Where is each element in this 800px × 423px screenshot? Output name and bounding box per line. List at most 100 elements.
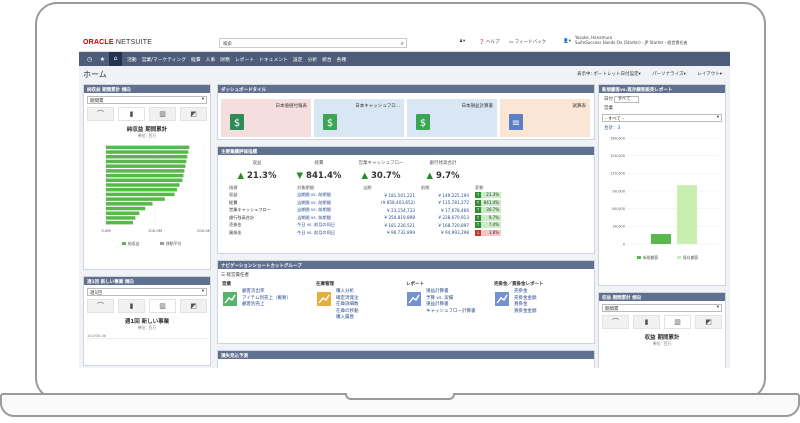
kpi-cards: 収益 ▲ 21.3% 経費 ▼ 841.4% 営業キャッシュフロー ▲ 30.7% 銀行残高… [226,160,594,181]
bar[interactable] [677,185,697,244]
comment-icon[interactable]: ◩ [180,107,207,121]
nav-item[interactable]: レポート [235,56,254,63]
previous-value[interactable]: ¥ 168,720,897 [418,222,472,230]
shortcut-link[interactable]: 在庫詳細数 [336,302,359,309]
period-link[interactable]: 当期間 vs. 前期間 [294,214,360,222]
bar[interactable] [106,145,190,150]
nav-item[interactable]: ドキュメント [259,56,288,63]
previous-value[interactable]: ¥ 17,678,466 [418,207,472,215]
home-icon[interactable]: ⌂ [109,52,122,66]
kpi-card[interactable]: 銀行残高合計 ▲ 9.7% [412,160,474,181]
bar-chart-icon[interactable]: ▮ [118,299,145,313]
nav-item[interactable]: 統合 [322,56,332,63]
column-chart-icon[interactable]: ▥ [664,315,691,329]
bar-chart-icon[interactable]: ▮ [118,107,145,121]
area-chart-icon[interactable]: ⌒ [87,299,114,313]
bar[interactable] [106,183,180,187]
sales-rep-select[interactable]: - すべて - [602,114,722,122]
nav-item[interactable]: 財務 [220,56,230,63]
dashboard-tile[interactable]: 日本損益計算書 $ [407,99,497,137]
shortcut-link[interactable]: キャッシュフロー計算書 [426,309,476,316]
favorites-star-icon[interactable]: ★ [96,56,109,63]
bar[interactable] [106,164,186,168]
bar[interactable] [106,216,136,220]
column-chart-icon[interactable]: ▥ [149,299,176,313]
nav-item[interactable]: 各種 [337,56,347,63]
area-chart-icon[interactable]: ⌒ [602,315,629,329]
netsuite-logo[interactable]: ORACLE NETSUITE [83,39,152,46]
period-link[interactable]: 今日 vs. 前月の同日 [294,229,360,237]
week-select[interactable]: 週1回 [87,288,207,296]
user-menu[interactable]: Yosuke, Hanamura SuiteSuccess Hands-On (S… [575,35,687,45]
kpi-value: 9.7% [435,171,460,181]
bar[interactable] [106,150,189,154]
help-link[interactable]: ❓ ヘルプ [479,39,500,45]
nav-items: 活動 営業/マーケティング 経費 人事 財務 レポート ドキュメント 設定 分析 統合 各種 [122,56,346,63]
column-chart-icon[interactable]: ▥ [149,107,176,121]
bar[interactable] [106,173,184,178]
search-icon[interactable]: ⌕ [401,40,404,48]
current-value[interactable]: ¥ 23,154,733 [360,207,418,215]
bar[interactable] [106,202,153,206]
user-avatar-icon[interactable]: 👤▾ [563,39,571,44]
bar[interactable] [651,233,671,244]
comment-icon[interactable]: ◩ [180,299,207,313]
bar[interactable] [106,159,187,164]
period-link[interactable]: 当期間 vs. 前期間 [294,192,360,200]
previous-value[interactable]: ¥ 228,670,913 [418,214,472,222]
current-value[interactable]: (¥ 858,403,652) [360,199,418,207]
nav-item[interactable]: 経費 [191,56,201,63]
kpi-card[interactable]: 営業キャッシュフロー ▲ 30.7% [350,160,412,181]
nav-item[interactable]: 分析 [307,56,317,63]
bar[interactable] [106,187,178,192]
previous-value[interactable]: ¥ 94,993,298 [418,229,472,237]
dashboard-tile[interactable]: 日本値値付報表 $ [221,99,311,137]
bar[interactable] [106,169,185,173]
bar-chart-icon[interactable]: ▮ [633,315,660,329]
previous-value[interactable]: ¥ 115,781,272 [418,199,472,207]
dashboard-tile[interactable]: 試算表 ≡ [500,99,590,137]
dashboard-tile[interactable]: 日本キャッシュフロ... $ [314,99,404,137]
nav-item[interactable]: 人事 [206,56,216,63]
tick-label: 100.0M [148,228,162,233]
shortcut-link[interactable]: 購入履歴 [336,315,359,322]
recent-icon[interactable]: ◷ [83,56,96,63]
kpi-card[interactable]: 経費 ▼ 841.4% [288,160,350,181]
bar[interactable] [106,211,140,215]
current-value[interactable]: ¥ 250,819,898 [360,214,418,222]
bar[interactable] [106,192,175,197]
bar[interactable] [106,178,183,183]
period-select[interactable]: 期間累 [87,96,207,104]
period-link[interactable]: 今日 vs. 前月の同日 [294,222,360,230]
shortcut-group-title: 売掛金／買掛金レポート [494,282,544,287]
current-value[interactable]: ¥ 181,501,221 [360,192,418,200]
nav-item[interactable]: 活動 [127,56,137,63]
comment-icon[interactable]: ◩ [695,315,722,329]
period-select[interactable]: 期間累 [602,304,722,312]
bar[interactable] [106,197,165,201]
recent-records-icon[interactable]: ♟▾ [459,39,465,44]
global-search-input[interactable]: 検索 ⌕ [219,38,407,48]
period-link[interactable]: 当期間 vs. 前期間 [294,207,360,215]
bar[interactable] [106,206,146,211]
portlet-title: 収益 期間累計 傾向 [599,293,725,301]
current-value[interactable]: ¥ 181,226,521 [360,222,418,230]
change-value: 1.8% [488,229,499,235]
area-chart-icon[interactable]: ⌒ [87,107,114,121]
bar[interactable] [106,220,133,225]
period-link[interactable]: 当期間 vs. 前期間 [294,199,360,207]
personalize-link[interactable]: パーソナライズ [652,72,683,77]
shortcut-link[interactable]: 買掛金金額 [514,309,537,316]
bar[interactable] [106,155,188,159]
nav-item[interactable]: 営業/マーケティング [142,56,186,63]
current-value[interactable]: ¥ 96,732,899 [360,229,418,237]
shortcut-link[interactable]: 顧客別売上 [242,302,291,309]
layout-link[interactable]: レイアウト [697,72,720,77]
nav-item[interactable]: 設定 [293,56,303,63]
feedback-link[interactable]: ▭ フィードバック [509,39,546,45]
shortcut-links: 顧客流出率 アイテム別売上（概要） 顧客別売上 [242,289,291,309]
date-settings-link[interactable]: 表示中: ポートレット日付設定 [577,72,638,77]
date-filter-value[interactable]: すべて [614,96,640,103]
kpi-card[interactable]: 収益 ▲ 21.3% [226,160,288,181]
previous-value[interactable]: ¥ 149,225,194 [418,192,472,200]
